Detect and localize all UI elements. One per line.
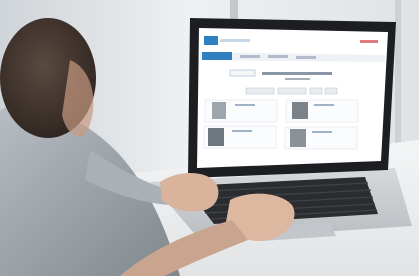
site-header-line <box>220 39 250 42</box>
site-nav-active <box>202 52 232 60</box>
site-nav-item <box>240 55 260 58</box>
photo-scene <box>0 0 419 276</box>
site-nav-item <box>268 55 288 58</box>
product-image <box>212 102 226 119</box>
site-header-icons <box>360 40 378 43</box>
site-heading <box>262 72 332 75</box>
site-search-box <box>229 69 256 77</box>
product-image <box>208 128 224 146</box>
product-image <box>292 102 308 119</box>
laptop-photo <box>0 0 419 276</box>
site-nav-item <box>296 56 316 59</box>
site-logo <box>204 36 218 45</box>
product-image <box>290 129 306 147</box>
site-heading <box>285 78 310 80</box>
